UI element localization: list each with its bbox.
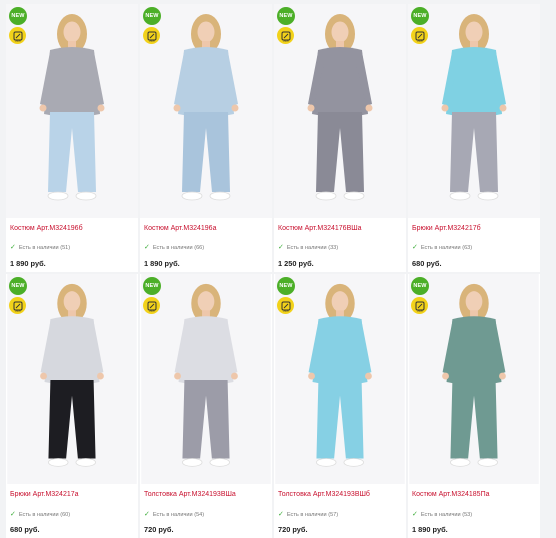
product-card[interactable]: NEW SIZE Костюм Арт.М324196а ✓ Есть в на… [140,4,272,272]
product-price: 680 руб. [10,525,40,534]
stock-status: ✓ Есть в наличии (53) [412,511,473,518]
svg-text:SIZE: SIZE [417,38,423,41]
svg-text:SIZE: SIZE [283,38,289,41]
check-icon: ✓ [10,244,16,251]
product-price: 720 руб. [144,525,174,534]
stock-text: Есть в наличии (53) [420,512,473,518]
product-price: 1 890 руб. [144,259,180,268]
scale-size-icon: SIZE [277,27,294,44]
stock-status: ✓ Есть в наличии (66) [144,244,205,251]
product-price: 1 890 руб. [10,259,46,268]
stock-status: ✓ Есть в наличии (63) [412,244,473,251]
check-icon: ✓ [412,511,418,518]
check-icon: ✓ [278,511,284,518]
product-title-link[interactable]: Брюки Арт.М324217а [10,490,79,499]
product-title-link[interactable]: Костюм Арт.М324196а [144,224,216,233]
product-price: 1 890 руб. [412,525,448,534]
product-price: 1 250 руб. [278,259,314,268]
product-card[interactable]: NEW SIZE Костюм Арт.М324196б ✓ Есть в на… [6,4,138,272]
product-card[interactable]: NEW SIZE Толстовка Арт.М324193ВШб ✓ Есть… [274,274,406,538]
stock-text: Есть в наличии (33) [286,245,339,251]
product-title-link[interactable]: Толстовка Арт.М324193ВШб [278,490,370,499]
stock-text: Есть в наличии (51) [18,245,71,251]
scale-size-icon: SIZE [411,27,428,44]
new-badge: NEW [277,277,295,295]
svg-text:SIZE: SIZE [417,308,423,311]
new-badge: NEW [277,7,295,25]
check-icon: ✓ [144,244,150,251]
stock-text: Есть в наличии (63) [420,245,473,251]
stock-status: ✓ Есть в наличии (54) [144,511,205,518]
scale-size-icon: SIZE [411,297,428,314]
scale-size-icon: SIZE [9,27,26,44]
check-icon: ✓ [10,511,16,518]
product-price: 720 руб. [278,525,308,534]
new-badge: NEW [9,277,27,295]
product-card[interactable]: NEW SIZE Костюм Арт.М324176ВШа ✓ Есть в … [274,4,406,272]
product-title-link[interactable]: Толстовка Арт.М324193ВШа [144,490,236,499]
svg-text:SIZE: SIZE [149,308,155,311]
scale-size-icon: SIZE [9,297,26,314]
check-icon: ✓ [278,244,284,251]
product-card[interactable]: NEW SIZE Костюм Арт.М324185Па ✓ Есть в н… [408,274,540,538]
product-card[interactable]: NEW SIZE Толстовка Арт.М324193ВШа ✓ Есть… [140,274,272,538]
product-title-link[interactable]: Костюм Арт.М324176ВШа [278,224,362,233]
new-badge: NEW [143,7,161,25]
stock-text: Есть в наличии (60) [18,512,71,518]
stock-status: ✓ Есть в наличии (51) [10,244,71,251]
svg-text:SIZE: SIZE [149,38,155,41]
check-icon: ✓ [412,244,418,251]
svg-text:SIZE: SIZE [15,38,21,41]
scale-size-icon: SIZE [277,297,294,314]
new-badge: NEW [9,7,27,25]
product-card[interactable]: NEW SIZE Брюки Арт.М324217а ✓ Есть в нал… [6,274,138,538]
svg-text:SIZE: SIZE [15,308,21,311]
scale-size-icon: SIZE [143,27,160,44]
stock-status: ✓ Есть в наличии (33) [278,244,339,251]
product-grid: NEW SIZE Костюм Арт.М324196б ✓ Есть в на… [6,4,550,538]
scale-size-icon: SIZE [143,297,160,314]
new-badge: NEW [411,277,429,295]
product-price: 680 руб. [412,259,442,268]
stock-status: ✓ Есть в наличии (60) [10,511,71,518]
product-title-link[interactable]: Костюм Арт.М324196б [10,224,83,233]
stock-status: ✓ Есть в наличии (57) [278,511,339,518]
product-card[interactable]: NEW SIZE Брюки Арт.М324217б ✓ Есть в нал… [408,4,540,272]
stock-text: Есть в наличии (66) [152,245,205,251]
product-title-link[interactable]: Костюм Арт.М324185Па [412,490,490,499]
svg-text:SIZE: SIZE [283,308,289,311]
stock-text: Есть в наличии (54) [152,512,205,518]
product-title-link[interactable]: Брюки Арт.М324217б [412,224,481,233]
check-icon: ✓ [144,511,150,518]
stock-text: Есть в наличии (57) [286,512,339,518]
new-badge: NEW [411,7,429,25]
new-badge: NEW [143,277,161,295]
